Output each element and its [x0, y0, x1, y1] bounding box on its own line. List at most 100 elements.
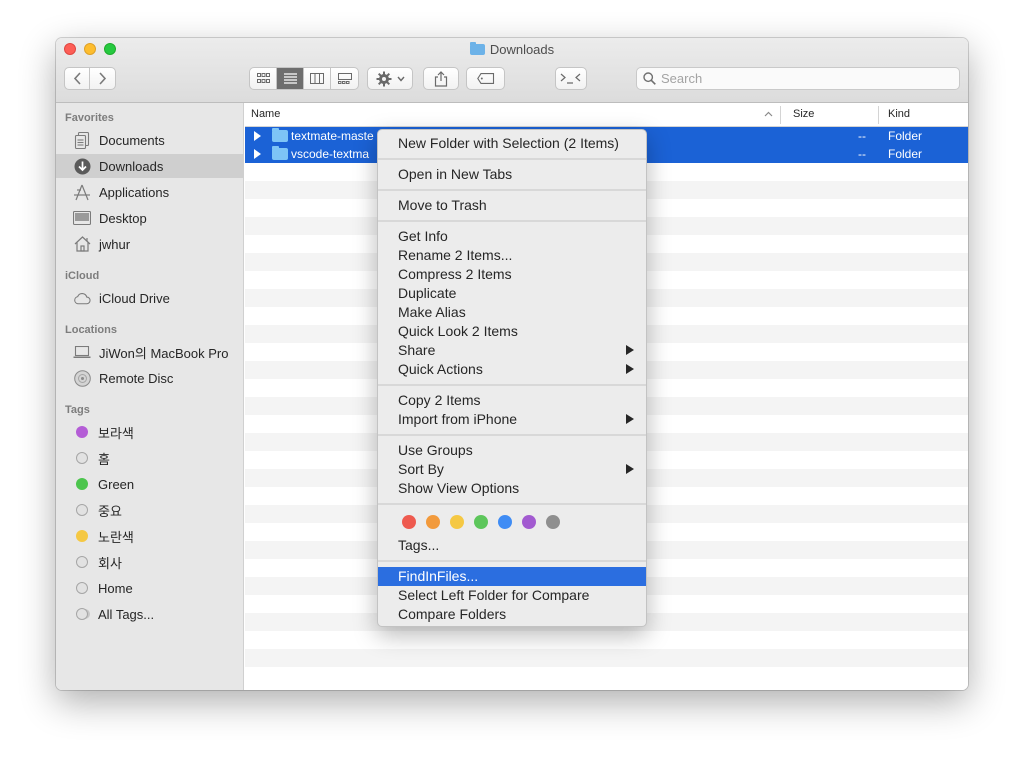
sidebar-item-label: Desktop — [99, 210, 147, 226]
menu-item-rename[interactable]: Rename 2 Items... — [378, 246, 646, 265]
all-tags-icon — [76, 608, 88, 620]
column-size[interactable]: Size — [793, 108, 814, 120]
search-input[interactable] — [661, 71, 951, 86]
menu-tag-colors — [402, 515, 560, 529]
menu-item-sort-by[interactable]: Sort By — [378, 460, 646, 479]
sidebar-item-label: Remote Disc — [99, 370, 174, 386]
window-title: Downloads — [56, 42, 968, 57]
tag-blue-swatch[interactable] — [498, 515, 512, 529]
toolbar: Downloads — [56, 38, 968, 103]
sidebar-tag-home-kr[interactable]: 홈 — [56, 446, 244, 470]
tag-purple-swatch[interactable] — [522, 515, 536, 529]
menu-separator — [378, 189, 646, 191]
tag-icon — [476, 73, 494, 84]
terminal-icon — [560, 73, 581, 84]
sidebar-item-documents[interactable]: Documents — [56, 128, 244, 152]
menu-item-get-info[interactable]: Get Info — [378, 227, 646, 246]
tag-dot — [76, 582, 88, 594]
menu-separator — [378, 503, 646, 505]
menu-item-quick-look[interactable]: Quick Look 2 Items — [378, 322, 646, 341]
tag-button[interactable] — [466, 67, 505, 90]
gear-icon — [376, 71, 391, 86]
sidebar-tag-company[interactable]: 회사 — [56, 550, 244, 574]
sidebar-tag-green[interactable]: Green — [56, 472, 244, 496]
disclosure-triangle-icon[interactable] — [254, 149, 261, 159]
sidebar-item-label: Green — [98, 476, 135, 492]
sort-ascending-icon — [764, 111, 773, 117]
sidebar-item-label: 홈 — [98, 451, 110, 467]
menu-item-use-groups[interactable]: Use Groups — [378, 441, 646, 460]
sidebar-section-locations: Locations — [65, 324, 117, 336]
submenu-arrow-icon — [626, 464, 634, 474]
menu-item-copy[interactable]: Copy 2 Items — [378, 391, 646, 410]
folder-icon — [272, 146, 288, 160]
tag-orange-swatch[interactable] — [426, 515, 440, 529]
sidebar-tag-important[interactable]: 중요 — [56, 498, 244, 522]
column-divider[interactable] — [780, 106, 781, 124]
list-view-button[interactable] — [277, 68, 304, 89]
file-name: vscode-textma — [291, 147, 370, 161]
menu-item-compare-folders[interactable]: Compare Folders — [378, 605, 646, 624]
sidebar-tag-home[interactable]: Home — [56, 576, 244, 600]
submenu-arrow-icon — [626, 345, 634, 355]
column-divider[interactable] — [878, 106, 879, 124]
menu-item-tags[interactable]: Tags... — [378, 536, 646, 555]
file-size: -- — [858, 147, 866, 161]
menu-item-quick-actions[interactable]: Quick Actions — [378, 360, 646, 379]
column-view-button[interactable] — [304, 68, 331, 89]
menu-item-duplicate[interactable]: Duplicate — [378, 284, 646, 303]
sidebar-tag-purple[interactable]: 보라색 — [56, 420, 244, 444]
tag-dot — [76, 478, 88, 490]
forward-button[interactable] — [90, 68, 115, 89]
sidebar-item-label: jwhur — [99, 236, 131, 252]
tag-red-swatch[interactable] — [402, 515, 416, 529]
disclosure-triangle-icon[interactable] — [254, 131, 261, 141]
back-button[interactable] — [65, 68, 90, 89]
menu-item-new-folder[interactable]: New Folder with Selection (2 Items) — [378, 134, 646, 153]
sidebar-all-tags[interactable]: All Tags... — [56, 602, 244, 626]
sidebar-item-desktop[interactable]: Desktop — [56, 206, 244, 230]
file-kind: Folder — [888, 147, 923, 161]
menu-item-make-alias[interactable]: Make Alias — [378, 303, 646, 322]
sidebar-item-label: 중요 — [98, 503, 122, 519]
sidebar-item-remote-disc[interactable]: Remote Disc — [56, 366, 244, 390]
menu-item-open-tabs[interactable]: Open in New Tabs — [378, 165, 646, 184]
sidebar: Favorites Documents Downloads Applicatio… — [56, 103, 244, 690]
action-menu-button[interactable] — [367, 67, 413, 90]
sidebar-item-home[interactable]: jwhur — [56, 232, 244, 256]
sidebar-item-label: Home — [98, 580, 133, 596]
menu-item-find-in-files[interactable]: FindInFiles... — [378, 567, 646, 586]
sidebar-item-downloads[interactable]: Downloads — [56, 154, 244, 178]
sidebar-item-label: Downloads — [99, 158, 164, 174]
file-kind: Folder — [888, 129, 923, 143]
share-button[interactable] — [423, 67, 459, 90]
gallery-view-button[interactable] — [331, 68, 358, 89]
icon-view-button[interactable] — [250, 68, 277, 89]
menu-item-compress[interactable]: Compress 2 Items — [378, 265, 646, 284]
column-kind[interactable]: Kind — [888, 108, 910, 120]
menu-item-trash[interactable]: Move to Trash — [378, 196, 646, 215]
menu-item-view-options[interactable]: Show View Options — [378, 479, 646, 498]
menu-separator — [378, 434, 646, 436]
cloud-icon — [73, 289, 91, 307]
sidebar-item-macbook[interactable]: JiWon의 MacBook Pro — [56, 340, 244, 364]
file-name: textmate-maste — [291, 129, 374, 143]
sidebar-tag-yellow[interactable]: 노란색 — [56, 524, 244, 548]
tag-green-swatch[interactable] — [474, 515, 488, 529]
menu-item-share[interactable]: Share — [378, 341, 646, 360]
column-name[interactable]: Name — [251, 108, 280, 120]
nav-buttons — [64, 67, 116, 90]
sidebar-item-label: All Tags... — [98, 606, 155, 622]
menu-item-import-iphone[interactable]: Import from iPhone — [378, 410, 646, 429]
sidebar-item-applications[interactable]: Applications — [56, 180, 244, 204]
laptop-icon — [73, 343, 91, 361]
sidebar-item-icloud-drive[interactable]: iCloud Drive — [56, 286, 244, 310]
list-icon — [283, 73, 297, 84]
search-field[interactable] — [636, 67, 960, 90]
terminal-button[interactable] — [555, 67, 587, 90]
tag-gray-swatch[interactable] — [546, 515, 560, 529]
home-icon — [73, 235, 91, 253]
window-title-text: Downloads — [489, 42, 555, 57]
menu-item-select-left-folder[interactable]: Select Left Folder for Compare — [378, 586, 646, 605]
tag-yellow-swatch[interactable] — [450, 515, 464, 529]
